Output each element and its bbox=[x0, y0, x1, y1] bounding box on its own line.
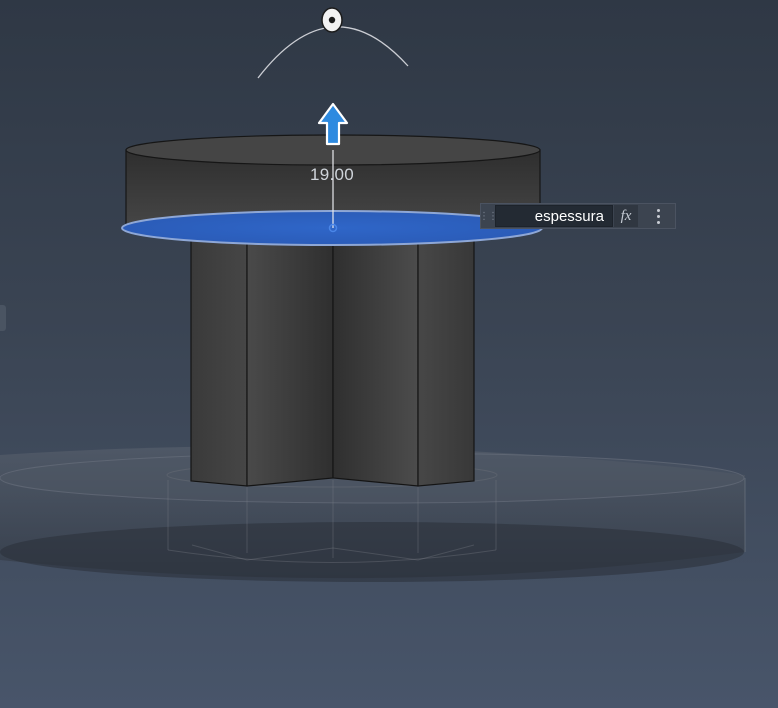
rotation-handle-icon[interactable] bbox=[321, 7, 343, 33]
3d-viewport[interactable] bbox=[0, 0, 778, 708]
drag-grip-icon[interactable]: ⋮⋮ bbox=[479, 204, 498, 228]
fx-button[interactable]: fx bbox=[614, 205, 638, 227]
vertical-ellipsis-icon[interactable] bbox=[644, 204, 672, 228]
shaft bbox=[190, 237, 475, 487]
parameter-input-box: ⋮⋮ espessura fx bbox=[479, 203, 676, 229]
rotation-arc[interactable] bbox=[257, 26, 409, 79]
dimension-value-label[interactable]: 19.00 bbox=[300, 164, 364, 186]
parameter-name-field[interactable]: espessura bbox=[495, 205, 613, 227]
